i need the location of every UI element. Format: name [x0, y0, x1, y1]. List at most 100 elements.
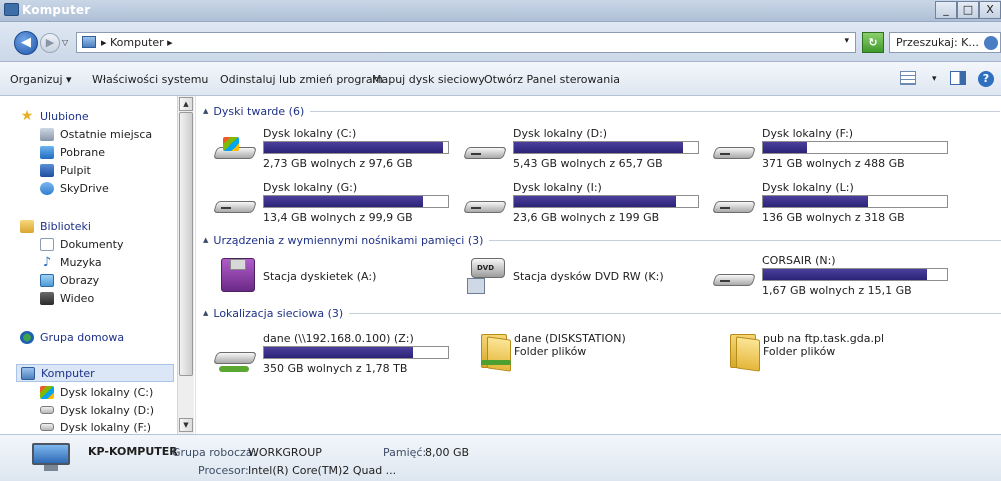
- sidebar-item-videos[interactable]: Wideo: [40, 289, 94, 307]
- memory-value: 8,00 GB: [425, 446, 470, 459]
- close-button[interactable]: X: [979, 1, 1001, 19]
- drive-name: CORSAIR (N:): [762, 254, 836, 267]
- sidebar-item-label: Dokumenty: [60, 237, 124, 251]
- drive-name: dane (\\192.168.0.100) (Z:): [263, 332, 414, 345]
- drive-name: Dysk lokalny (L:): [762, 181, 854, 194]
- back-button[interactable]: ◀: [14, 31, 38, 55]
- uninstall-program-button[interactable]: Odinstaluj lub zmień program: [220, 73, 383, 86]
- sidebar-item-drive-d[interactable]: Dysk lokalny (D:): [40, 401, 154, 419]
- capacity-fill: [763, 269, 927, 280]
- sidebar-item-label: SkyDrive: [60, 181, 109, 195]
- capacity-fill: [264, 142, 443, 153]
- drive-tile[interactable]: dane (\\192.168.0.100) (Z:) 350 GB wolny…: [213, 332, 453, 378]
- sidebar-scrollbar[interactable]: ▲ ▼: [177, 96, 194, 434]
- sidebar-item-drive-c[interactable]: Dysk lokalny (C:): [40, 383, 153, 401]
- sidebar-item-computer[interactable]: Komputer: [16, 364, 174, 382]
- computer-icon: [21, 366, 35, 380]
- sidebar-item-skydrive[interactable]: SkyDrive: [40, 179, 109, 197]
- scroll-up-button[interactable]: ▲: [179, 97, 193, 111]
- organize-button[interactable]: Organizuj ▾: [10, 73, 72, 86]
- floppy-tile[interactable]: Stacja dyskietek (A:): [213, 254, 453, 300]
- capacity-bar: [762, 268, 948, 281]
- forward-button[interactable]: ▶: [40, 33, 60, 53]
- drive-name: Dysk lokalny (G:): [263, 181, 358, 194]
- change-view-icon[interactable]: [900, 71, 916, 85]
- sidebar-item-desktop[interactable]: Pulpit: [40, 161, 91, 179]
- capacity-fill: [264, 347, 413, 358]
- group-header-hard-drives[interactable]: ▲ Dyski twarde (6): [203, 104, 1001, 118]
- sidebar-item-label: Dysk lokalny (F:): [60, 420, 152, 434]
- capacity-bar: [263, 141, 449, 154]
- view-options-dropdown[interactable]: ▾: [932, 74, 937, 84]
- computer-icon: [4, 3, 19, 16]
- maximize-button[interactable]: □: [957, 1, 979, 19]
- group-title: Urządzenia z wymiennymi nośnikami pamięc…: [213, 233, 484, 247]
- sidebar-item-libraries[interactable]: Biblioteki: [20, 217, 91, 235]
- drive-tile[interactable]: Dysk lokalny (G:) 13,4 GB wolnych z 99,9…: [213, 181, 453, 227]
- network-drive-icon: [213, 346, 257, 372]
- hard-drive-icon: [463, 195, 507, 215]
- folder-tile[interactable]: pub na ftp.task.gda.pl Folder plików: [726, 328, 946, 374]
- memory-label: Pamięć:: [383, 446, 427, 459]
- scroll-down-button[interactable]: ▼: [179, 418, 193, 432]
- star-icon: ★: [20, 107, 34, 124]
- group-divider: [349, 312, 1001, 314]
- sidebar-item-documents[interactable]: Dokumenty: [40, 235, 123, 253]
- system-properties-button[interactable]: Właściwości systemu: [92, 73, 208, 86]
- drive-tile[interactable]: Dysk lokalny (L:) 136 GB wolnych z 318 G…: [712, 181, 952, 227]
- folder-name: pub na ftp.task.gda.pl: [763, 332, 885, 345]
- desktop-icon: [40, 163, 54, 177]
- folder-type: Folder plików: [514, 345, 587, 358]
- capacity-fill: [763, 196, 869, 207]
- free-space: 371 GB wolnych z 488 GB: [762, 157, 905, 170]
- collapse-icon[interactable]: ▲: [203, 236, 208, 244]
- documents-icon: [40, 237, 54, 251]
- pictures-icon: [40, 273, 54, 287]
- preview-pane-icon[interactable]: [950, 71, 966, 85]
- sidebar-item-homegroup[interactable]: Grupa domowa: [20, 328, 124, 346]
- collapse-icon[interactable]: ▲: [203, 309, 208, 317]
- help-icon[interactable]: ?: [978, 71, 994, 87]
- sidebar-item-music[interactable]: ♪ Muzyka: [40, 253, 102, 271]
- collapse-icon[interactable]: ▲: [203, 107, 208, 115]
- processor-value: Intel(R) Core(TM)2 Quad ...: [248, 464, 397, 477]
- address-bar[interactable]: ▸ Komputer ▸ ▾: [76, 32, 856, 53]
- breadcrumb[interactable]: ▸ Komputer ▸: [101, 36, 173, 49]
- dvd-tile[interactable]: DVD Stacja dysków DVD RW (K:): [463, 254, 703, 300]
- drive-tile[interactable]: CORSAIR (N:) 1,67 GB wolnych z 15,1 GB: [712, 254, 952, 300]
- computer-icon: [32, 443, 70, 473]
- drive-tile[interactable]: Dysk lokalny (D:) 5,43 GB wolnych z 65,7…: [463, 127, 703, 173]
- drive-name: Dysk lokalny (F:): [762, 127, 854, 140]
- group-header-network[interactable]: ▲ Lokalizacja sieciowa (3): [203, 306, 1001, 320]
- address-row: ◀ ▶ ▽ ▸ Komputer ▸ ▾ ↻ Przeszukaj: K...: [0, 22, 1001, 62]
- capacity-bar: [513, 195, 699, 208]
- search-icon[interactable]: [984, 36, 998, 50]
- drive-tile[interactable]: Dysk lokalny (I:) 23,6 GB wolnych z 199 …: [463, 181, 703, 227]
- free-space: 2,73 GB wolnych z 97,6 GB: [263, 157, 413, 170]
- recent-pages-dropdown[interactable]: ▽: [62, 38, 68, 47]
- sidebar-item-favorites[interactable]: ★ Ulubione: [20, 107, 89, 125]
- capacity-bar: [263, 195, 449, 208]
- sidebar-item-downloads[interactable]: Pobrane: [40, 143, 105, 161]
- capacity-bar: [263, 346, 449, 359]
- refresh-button[interactable]: ↻: [862, 32, 884, 53]
- folder-tile[interactable]: dane (DISKSTATION) Folder plików: [477, 328, 697, 374]
- sidebar-item-recent-places[interactable]: Ostatnie miejsca: [40, 125, 152, 143]
- dvd-badge: DVD: [477, 264, 495, 272]
- search-input[interactable]: Przeszukaj: K...: [889, 32, 1001, 53]
- open-control-panel-button[interactable]: Otwórz Panel sterowania: [484, 73, 620, 86]
- folder-type: Folder plików: [763, 345, 836, 358]
- sidebar-item-pictures[interactable]: Obrazy: [40, 271, 99, 289]
- minimize-button[interactable]: _: [935, 1, 957, 19]
- folder-icon: [730, 330, 760, 372]
- drive-tile[interactable]: Dysk lokalny (F:) 371 GB wolnych z 488 G…: [712, 127, 952, 173]
- free-space: 23,6 GB wolnych z 199 GB: [513, 211, 660, 224]
- scroll-thumb[interactable]: [179, 112, 193, 376]
- skydrive-icon: [40, 181, 54, 195]
- drive-tile[interactable]: Dysk lokalny (C:) 2,73 GB wolnych z 97,6…: [213, 127, 453, 173]
- recent-places-icon: [40, 127, 54, 141]
- map-network-drive-button[interactable]: Mapuj dysk sieciowy: [372, 73, 485, 86]
- address-dropdown[interactable]: ▾: [844, 36, 849, 46]
- title-bar: Komputer _ □ X: [0, 0, 1001, 22]
- group-header-removable[interactable]: ▲ Urządzenia z wymiennymi nośnikami pami…: [203, 233, 1001, 247]
